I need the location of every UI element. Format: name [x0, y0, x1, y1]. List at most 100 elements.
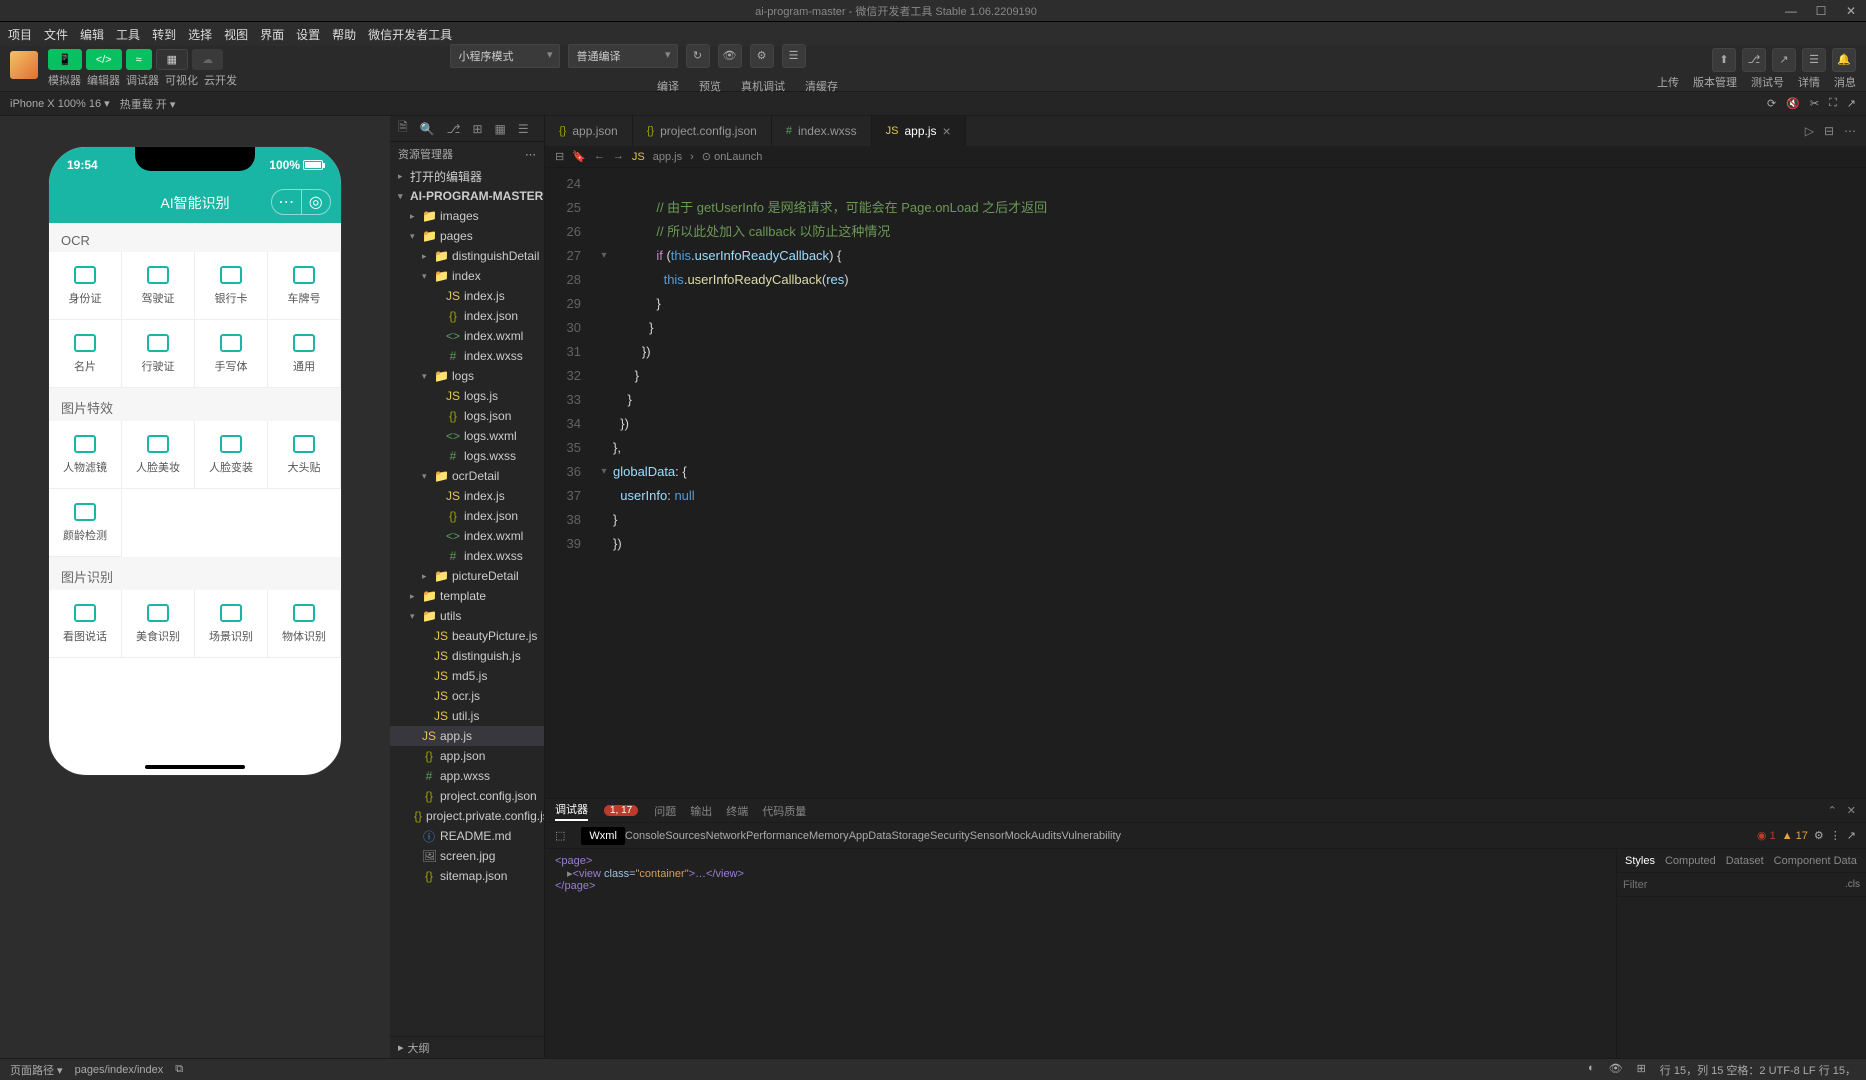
- tree-node[interactable]: #index.wxss: [390, 546, 544, 566]
- menu-项目[interactable]: 项目: [8, 26, 32, 43]
- cloud-button[interactable]: ☁: [192, 49, 223, 70]
- explorer-more-icon[interactable]: ▦: [495, 122, 506, 136]
- app-cell[interactable]: 通用: [268, 320, 341, 388]
- menu-帮助[interactable]: 帮助: [332, 26, 356, 43]
- avatar[interactable]: [10, 51, 38, 79]
- run-icon[interactable]: ▷: [1805, 124, 1814, 138]
- tree-node[interactable]: ▾📁logs: [390, 366, 544, 386]
- tab-close-icon[interactable]: ×: [943, 123, 951, 139]
- dt-panel-tab[interactable]: Audits: [1031, 830, 1062, 842]
- app-cell[interactable]: 人脸美妆: [122, 421, 195, 489]
- preview-icon[interactable]: 👁: [718, 44, 742, 68]
- perf-icon[interactable]: ◐: [1588, 1062, 1595, 1078]
- tree-node[interactable]: <>index.wxml: [390, 526, 544, 546]
- tree-node[interactable]: ▸📁distinguishDetail: [390, 246, 544, 266]
- tree-node[interactable]: <>logs.wxml: [390, 426, 544, 446]
- tree-node[interactable]: JSindex.js: [390, 286, 544, 306]
- explorer-git-icon[interactable]: ⎇: [447, 122, 461, 136]
- app-cell[interactable]: 银行卡: [195, 252, 268, 320]
- tree-node[interactable]: ▾📁utils: [390, 606, 544, 626]
- tree-node[interactable]: ▾📁ocrDetail: [390, 466, 544, 486]
- inspect-icon[interactable]: ⬚: [555, 829, 565, 842]
- app-cell[interactable]: 大头贴: [268, 421, 341, 489]
- devtools-gear-icon[interactable]: ⚙: [1814, 829, 1824, 842]
- explorer-cloud-icon[interactable]: ☰: [518, 122, 529, 136]
- cls-button[interactable]: .cls: [1845, 879, 1860, 890]
- app-cell[interactable]: 手写体: [195, 320, 268, 388]
- app-cell[interactable]: 看图说话: [49, 590, 122, 658]
- dt-tab[interactable]: 代码质量: [762, 806, 806, 818]
- dt-panel-tab[interactable]: Memory: [809, 830, 849, 842]
- compile-mode-select[interactable]: 普通编译: [568, 44, 678, 68]
- split-icon[interactable]: ⊟: [1824, 124, 1834, 138]
- test-icon[interactable]: ↗: [1772, 48, 1796, 72]
- styles-tab[interactable]: Computed: [1665, 855, 1716, 867]
- app-cell[interactable]: 美食识别: [122, 590, 195, 658]
- tree-node[interactable]: #index.wxss: [390, 346, 544, 366]
- devtools-close-icon[interactable]: ✕: [1847, 804, 1856, 817]
- crumb-file[interactable]: app.js: [653, 151, 682, 163]
- tree-node[interactable]: ▾📁index: [390, 266, 544, 286]
- dt-panel-tab[interactable]: Performance: [746, 830, 809, 842]
- tree-node[interactable]: JSindex.js: [390, 486, 544, 506]
- tree-node[interactable]: {}sitemap.json: [390, 866, 544, 886]
- devtools-more-icon[interactable]: ⋮: [1830, 829, 1841, 842]
- tab[interactable]: #index.wxss: [772, 116, 872, 146]
- tree-root[interactable]: ▾AI-PROGRAM-MASTER: [390, 186, 544, 206]
- tree-node[interactable]: JSmd5.js: [390, 666, 544, 686]
- styles-tab[interactable]: Styles: [1625, 855, 1655, 867]
- dt-panel-tab[interactable]: Sensor: [970, 830, 1005, 842]
- tree-node[interactable]: ⓘREADME.md: [390, 826, 544, 846]
- device-select[interactable]: iPhone X 100% 16 ▾: [10, 97, 110, 110]
- dt-panel-tab[interactable]: Vulnerability: [1062, 830, 1122, 842]
- maximize-icon[interactable]: ☐: [1814, 4, 1828, 18]
- tree-node[interactable]: {}logs.json: [390, 406, 544, 426]
- tree-node[interactable]: {}app.json: [390, 746, 544, 766]
- capsule-close-icon[interactable]: ◎: [302, 190, 331, 214]
- debugger-button[interactable]: ≈: [126, 49, 152, 70]
- version-icon[interactable]: ⎇: [1742, 48, 1766, 72]
- outline-header[interactable]: ▸大纲: [390, 1036, 544, 1058]
- styles-filter-input[interactable]: [1623, 879, 1845, 891]
- compile-icon[interactable]: ↻: [686, 44, 710, 68]
- error-badge[interactable]: ◉ 1: [1757, 829, 1776, 842]
- menu-工具[interactable]: 工具: [116, 26, 140, 43]
- dt-panel-tab[interactable]: Sources: [665, 830, 705, 842]
- dt-tab[interactable]: 问题: [654, 806, 676, 818]
- tree-node[interactable]: ▸📁template: [390, 586, 544, 606]
- menu-微信开发者工具[interactable]: 微信开发者工具: [368, 26, 452, 43]
- crumb-symbol[interactable]: ⊙ onLaunch: [702, 150, 763, 163]
- rotate-icon[interactable]: ⟳: [1767, 97, 1776, 110]
- dom-tree[interactable]: <page> ▸<view class="container">…</view>…: [545, 849, 1616, 1058]
- page-path-label[interactable]: 页面路径 ▾: [10, 1062, 63, 1078]
- layout-icon[interactable]: ⊞: [1637, 1062, 1646, 1078]
- explorer-search-icon[interactable]: 🔍: [420, 122, 435, 136]
- app-cell[interactable]: 人物滤镜: [49, 421, 122, 489]
- clear-cache-icon[interactable]: ☰: [782, 44, 806, 68]
- dt-panel-tab[interactable]: AppData: [849, 830, 892, 842]
- remote-debug-icon[interactable]: ⚙: [750, 44, 774, 68]
- tree-node[interactable]: {}project.config.json: [390, 786, 544, 806]
- copy-path-icon[interactable]: ⧉: [175, 1063, 183, 1076]
- menu-编辑[interactable]: 编辑: [80, 26, 104, 43]
- tree-node[interactable]: {}index.json: [390, 306, 544, 326]
- capsule-menu-icon[interactable]: ⋯: [272, 190, 302, 214]
- devtools-tab-debugger[interactable]: 调试器: [555, 801, 588, 821]
- upload-icon[interactable]: ⬆: [1712, 48, 1736, 72]
- more-icon[interactable]: ⋯: [1844, 124, 1856, 138]
- app-cell[interactable]: 车牌号: [268, 252, 341, 320]
- tree-node[interactable]: {}project.private.config.js...: [390, 806, 544, 826]
- tree-node[interactable]: JSutil.js: [390, 706, 544, 726]
- eye-icon[interactable]: 👁: [1609, 1062, 1623, 1078]
- warn-badge[interactable]: ▲ 17: [1782, 830, 1808, 842]
- app-cell[interactable]: 驾驶证: [122, 252, 195, 320]
- app-cell[interactable]: 名片: [49, 320, 122, 388]
- dt-panel-tab[interactable]: Network: [706, 830, 746, 842]
- tab[interactable]: {}project.config.json: [633, 116, 772, 146]
- tree-open-editors[interactable]: ▸打开的编辑器: [390, 166, 544, 186]
- dt-panel-tab[interactable]: Console: [625, 830, 665, 842]
- app-cell[interactable]: 身份证: [49, 252, 122, 320]
- devtools-collapse-icon[interactable]: ⌃: [1828, 804, 1837, 817]
- app-cell[interactable]: 颜龄检测: [49, 489, 122, 557]
- styles-tab[interactable]: Dataset: [1726, 855, 1764, 867]
